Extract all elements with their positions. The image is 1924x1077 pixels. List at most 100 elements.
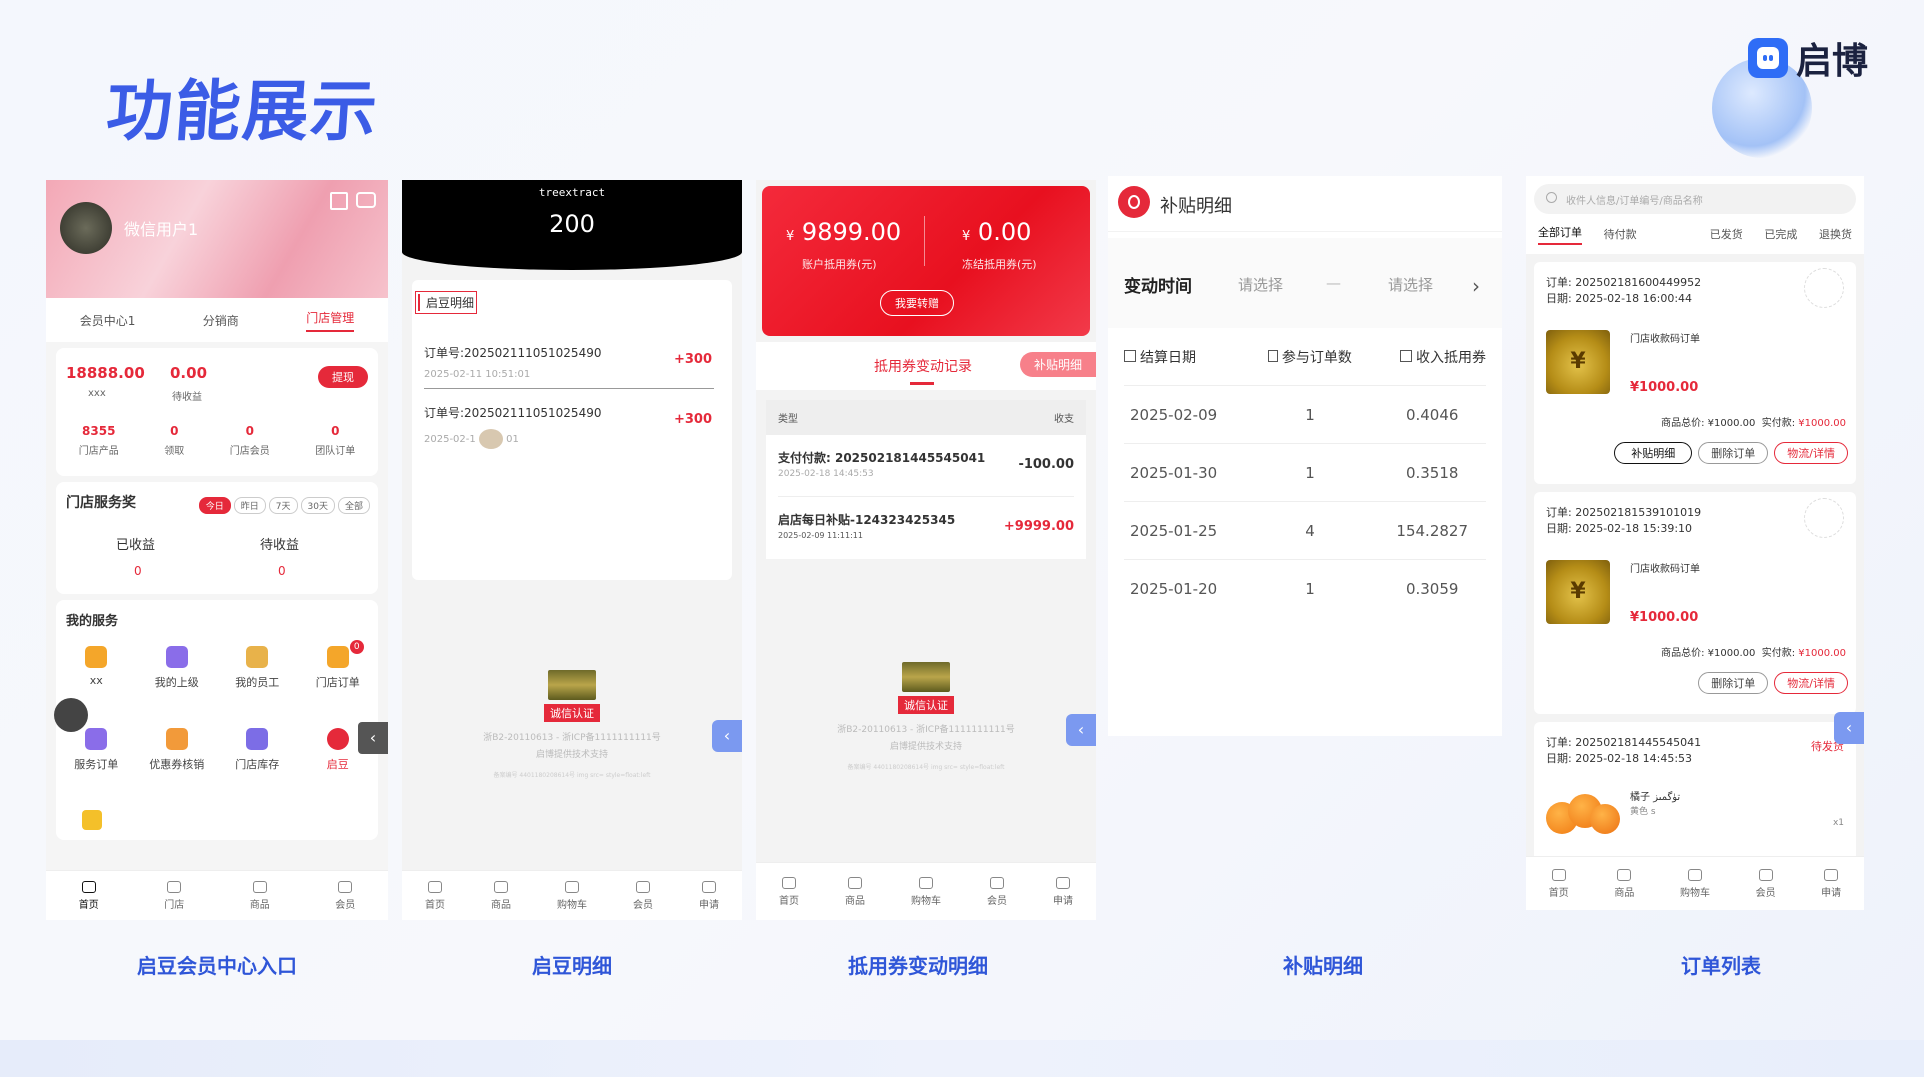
icp-text: 浙B2-20110613 - 浙ICP备1111111111号 xyxy=(837,725,1015,735)
caption-2: 启豆明细 xyxy=(532,954,612,978)
collapse-arrow-button[interactable]: ‹ xyxy=(358,722,388,754)
stat-team-orders[interactable]: 0 团队订单 xyxy=(315,424,355,457)
site-footer: 诚信认证 浙B2-20110613 - 浙ICP备1111111111号 启博提… xyxy=(756,662,1096,771)
nav-products[interactable]: 商品 xyxy=(845,876,865,907)
bottom-nav: 首页 商品 购物车 会员 申请 xyxy=(1526,856,1864,910)
order-card[interactable]: 订单: 202502181600449952 日期: 2025-02-18 16… xyxy=(1534,262,1856,484)
nav-cart[interactable]: 购物车 xyxy=(1680,868,1710,899)
user-name: 微信用户1 xyxy=(124,220,199,239)
home-icon xyxy=(782,876,796,889)
message-icon[interactable] xyxy=(356,192,376,208)
nav-apply[interactable]: 申请 xyxy=(1053,876,1073,907)
store-icon xyxy=(167,880,182,893)
delete-order-button[interactable]: 删除订单 xyxy=(1698,442,1769,464)
tab-distributor[interactable]: 分销商 xyxy=(203,312,239,329)
screen-subsidy-detail: 补贴明细 变动时间 请选择 — 请选择 › 结算日期 参与订单数 收入抵用券 2… xyxy=(1108,176,1502,736)
tab-subsidy-detail[interactable]: 补贴明细 xyxy=(1019,352,1096,377)
end-date-select[interactable]: 请选择 xyxy=(1388,274,1433,295)
tab-all-orders[interactable]: 全部订单 xyxy=(1538,224,1582,245)
nav-products[interactable]: 商品 xyxy=(250,880,270,911)
tab-returns[interactable]: 退换货 xyxy=(1819,226,1852,242)
coupon-balance-card: ¥ 9899.00 账户抵用券(元) ¥ 0.00 冻结抵用券(元) 我要转赠 xyxy=(762,186,1090,336)
order-card[interactable]: 订单: 202502181445545041 日期: 2025-02-18 14… xyxy=(1534,722,1856,862)
nav-store[interactable]: 门店 xyxy=(164,880,184,911)
nav-member[interactable]: 会员 xyxy=(633,880,653,911)
nav-home[interactable]: 首页 xyxy=(425,880,445,911)
nav-member[interactable]: 会员 xyxy=(335,880,355,911)
avatar[interactable] xyxy=(60,202,112,254)
qidou-records-card: 启豆明细 订单号:202502111051025490 2025-02-11 1… xyxy=(412,280,732,580)
service-coupon-verify[interactable]: 优惠券核销 xyxy=(137,728,217,772)
service-my-superior[interactable]: 我的上级 xyxy=(137,646,217,690)
more-service-icon[interactable] xyxy=(82,810,102,830)
nav-member[interactable]: 会员 xyxy=(1756,868,1776,899)
grid-icon xyxy=(494,880,508,893)
tab-pending-pay[interactable]: 待付款 xyxy=(1604,226,1637,242)
stat-store-members[interactable]: 0 门店会员 xyxy=(230,424,270,457)
nav-products[interactable]: 商品 xyxy=(491,880,511,911)
tab-member-center[interactable]: 会员中心1 xyxy=(80,312,136,329)
coupon-icon xyxy=(165,728,188,750)
nav-member[interactable]: 会员 xyxy=(987,876,1007,907)
filter-30d[interactable]: 30天 xyxy=(300,497,335,514)
smile-icon xyxy=(636,880,650,893)
filter-today[interactable]: 今日 xyxy=(198,497,231,514)
tab-coupon-records[interactable]: 抵用券变动记录 xyxy=(874,356,972,376)
nav-products[interactable]: 商品 xyxy=(1614,868,1634,899)
nav-apply[interactable]: 申请 xyxy=(699,880,719,911)
qidou-record-1[interactable]: 订单号:202502111051025490 2025-02-11 10:51:… xyxy=(424,344,724,389)
balance-value: 18888.00 xyxy=(66,364,145,382)
nav-cart[interactable]: 购物车 xyxy=(557,880,587,911)
chevron-right-icon[interactable]: › xyxy=(1472,274,1480,298)
service-my-staff[interactable]: 我的员工 xyxy=(217,646,297,690)
subsidy-detail-button[interactable]: 补贴明细 xyxy=(1614,442,1693,464)
search-placeholder: 收件人信息/订单编号/商品名称 xyxy=(1566,196,1703,207)
bottom-nav: 首页 商品 购物车 会员 申请 xyxy=(402,870,742,920)
qidou-record-2[interactable]: 订单号:202502111051025490 2025-02-1 01 +300 xyxy=(424,404,724,449)
coupon-row[interactable]: 启店每日补贴-124323425345 2025-02-09 11:11:11 … xyxy=(778,497,1074,559)
tab-completed[interactable]: 已完成 xyxy=(1764,226,1797,242)
logo-text: 启博 xyxy=(1796,41,1869,82)
side-expand-button[interactable]: ‹ xyxy=(1834,712,1864,744)
service-store-stock[interactable]: 门店库存 xyxy=(217,728,297,772)
nav-apply[interactable]: 申请 xyxy=(1821,868,1841,899)
start-date-select[interactable]: 请选择 xyxy=(1238,274,1283,295)
nav-home[interactable]: 首页 xyxy=(1549,868,1569,899)
transfer-button[interactable]: 我要转赠 xyxy=(880,290,954,316)
cert-badge[interactable]: 诚信认证 xyxy=(898,696,954,714)
order-badge: 0 xyxy=(349,640,364,654)
filter-yesterday[interactable]: 昨日 xyxy=(233,497,266,514)
qr-code-icon[interactable] xyxy=(330,192,348,210)
filter-all[interactable]: 全部 xyxy=(337,497,370,514)
floating-chat-button[interactable] xyxy=(54,698,88,732)
stat-claimed[interactable]: 0 领取 xyxy=(164,424,184,457)
subsidy-title: 补贴明细 xyxy=(1160,196,1232,217)
side-expand-button[interactable]: ‹ xyxy=(1066,714,1096,746)
subsidy-icon xyxy=(1118,186,1150,218)
side-expand-button[interactable]: ‹ xyxy=(712,720,742,752)
col-settle-date: 结算日期 xyxy=(1124,347,1241,367)
tab-shipped[interactable]: 已发货 xyxy=(1710,226,1743,242)
search-input[interactable]: 收件人信息/订单编号/商品名称 xyxy=(1534,184,1856,214)
withdraw-button[interactable]: 提现 xyxy=(318,366,368,388)
service-store-orders[interactable]: 门店订单 0 xyxy=(298,640,378,690)
order-card[interactable]: 订单: 202502181539101019 日期: 2025-02-18 15… xyxy=(1534,492,1856,714)
filter-7d[interactable]: 7天 xyxy=(268,497,298,514)
logistics-button[interactable]: 物流/详情 xyxy=(1774,442,1848,464)
order-totals: 商品总价: ¥1000.00 实付款: ¥1000.00 xyxy=(1661,648,1846,659)
bottom-nav: 首页 商品 购物车 会员 申请 xyxy=(756,862,1096,920)
service-xx[interactable]: xx xyxy=(56,646,136,690)
logistics-button[interactable]: 物流/详情 xyxy=(1774,672,1848,694)
delete-order-button[interactable]: 删除订单 xyxy=(1698,672,1769,694)
cert-badge[interactable]: 诚信认证 xyxy=(544,704,600,722)
coupon-row[interactable]: 支付付款: 202502181445545041 2025-02-18 14:4… xyxy=(778,435,1074,497)
nav-cart[interactable]: 购物车 xyxy=(911,876,941,907)
nav-home[interactable]: 首页 xyxy=(79,880,99,911)
staff-icon xyxy=(246,646,269,668)
my-services-card: 我的服务 xx 我的上级 我的员工 门店订单 0 服务订单 优惠券核销 门店库存 … xyxy=(56,600,378,840)
tab-store-manage[interactable]: 门店管理 xyxy=(306,309,355,332)
nav-home[interactable]: 首页 xyxy=(779,876,799,907)
stat-store-products[interactable]: 8355 门店产品 xyxy=(79,424,119,457)
service-service-orders[interactable]: 服务订单 xyxy=(56,728,136,772)
waiting-label: 待收益 xyxy=(260,538,300,553)
